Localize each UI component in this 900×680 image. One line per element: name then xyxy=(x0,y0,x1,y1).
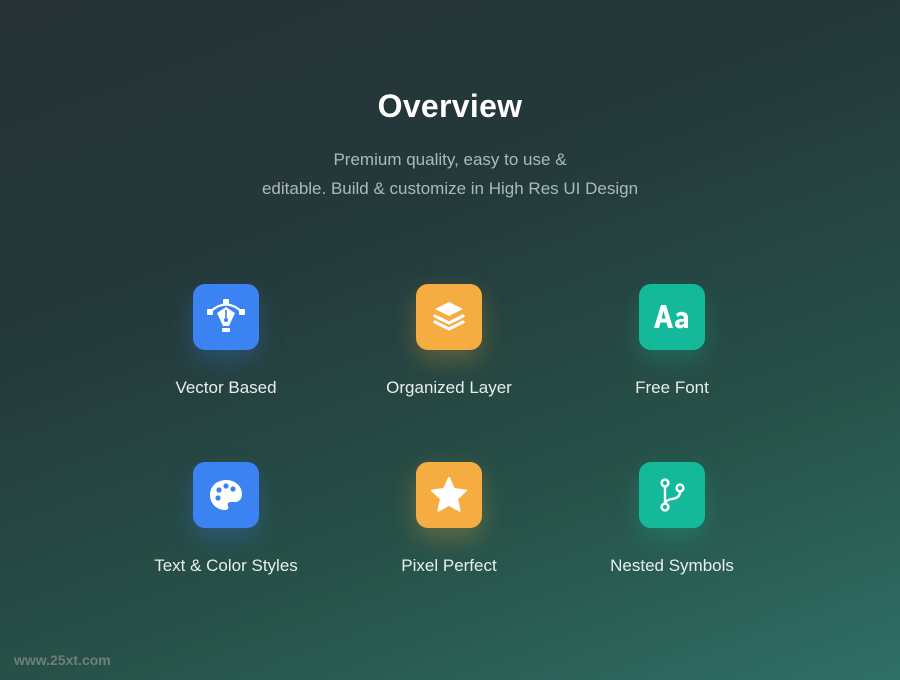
feature-label: Nested Symbols xyxy=(610,556,734,575)
layers-icon xyxy=(416,284,482,350)
font-aa-icon xyxy=(639,284,705,350)
feature-nested-symbols: Nested Symbols xyxy=(562,462,782,576)
feature-label: Pixel Perfect xyxy=(401,556,497,575)
feature-label: Vector Based xyxy=(175,378,277,397)
feature-text-color-styles: Text & Color Styles xyxy=(116,462,336,576)
star-icon xyxy=(416,462,482,528)
palette-icon xyxy=(193,462,259,528)
feature-pixel-perfect: Pixel Perfect xyxy=(339,462,559,576)
feature-label: Text & Color Styles xyxy=(154,556,298,575)
watermark: www.25xt.com xyxy=(14,652,111,668)
pen-tool-icon xyxy=(193,284,259,350)
subtitle-line-2: editable. Build & customize in High Res … xyxy=(261,179,639,198)
feature-label: Free Font xyxy=(635,378,709,397)
feature-vector-based: Vector Based xyxy=(116,284,336,398)
feature-organized-layer: Organized Layer xyxy=(339,284,559,398)
page-title: Overview xyxy=(377,88,523,124)
feature-free-font: Free Font xyxy=(562,284,782,398)
subtitle-line-1: Premium quality, easy to use & xyxy=(333,150,567,169)
feature-label: Organized Layer xyxy=(386,378,512,397)
git-branch-icon xyxy=(639,462,705,528)
